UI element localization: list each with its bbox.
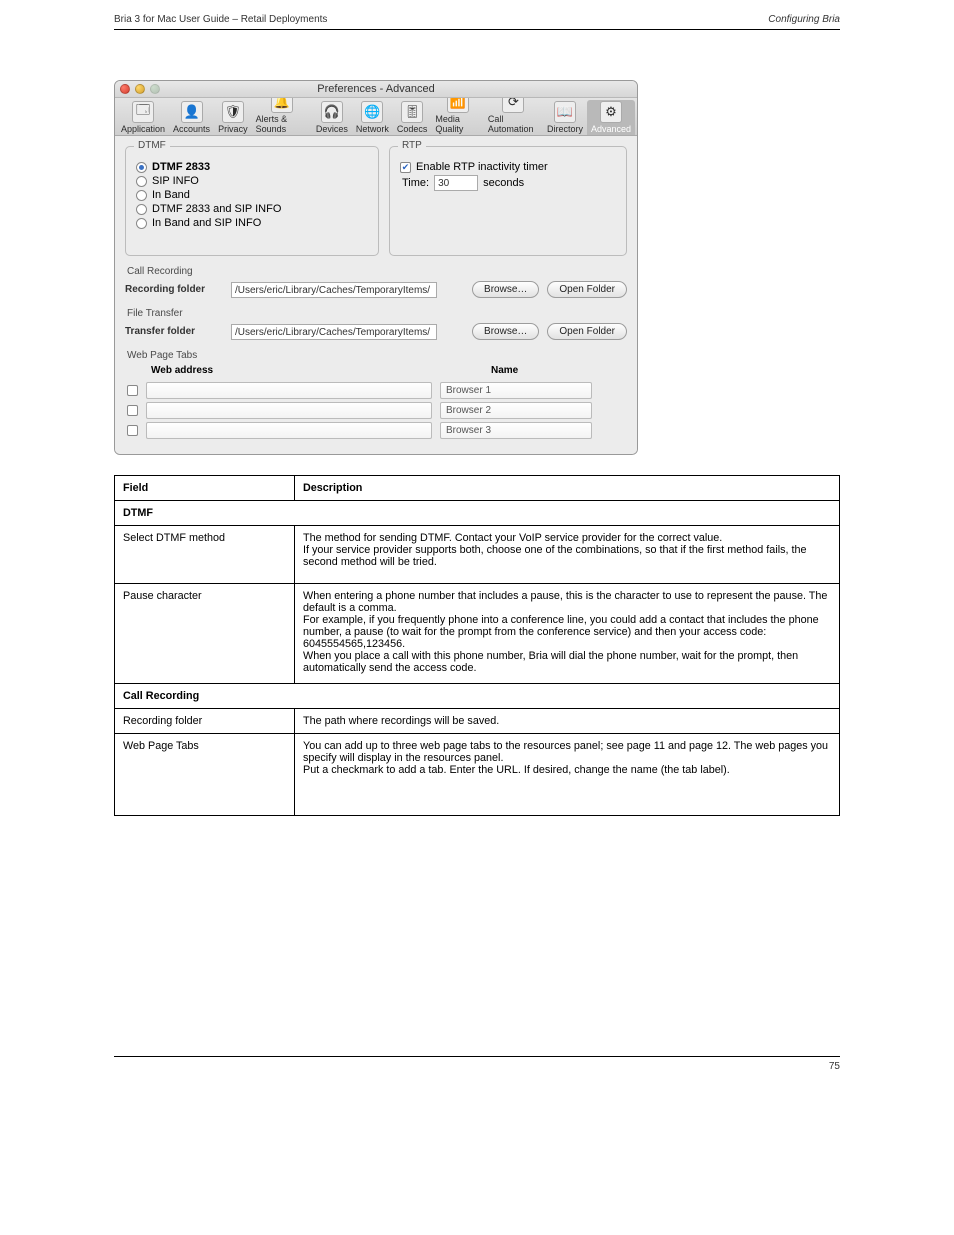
tab-advanced[interactable]: ⚙Advanced: [587, 100, 635, 135]
seconds-label: seconds: [483, 177, 524, 189]
desc-cell: The path where recordings will be saved.: [295, 709, 840, 734]
privacy-icon: 🛡: [222, 101, 244, 123]
radio-in-band[interactable]: In Band: [136, 189, 368, 201]
desc-cell: You can add up to three web page tabs to…: [295, 734, 840, 816]
radio-dtmf-2833[interactable]: DTMF 2833: [136, 161, 368, 173]
directory-icon: 📖: [554, 101, 576, 123]
call-recording-legend: Call Recording: [127, 266, 627, 277]
transfer-open-button[interactable]: Open Folder: [547, 323, 627, 340]
recording-folder-path[interactable]: /Users/eric/Library/Caches/TemporaryItem…: [231, 282, 437, 298]
radio-icon: [136, 162, 147, 173]
advanced-icon: ⚙: [600, 101, 622, 123]
transfer-folder-label: Transfer folder: [125, 326, 223, 337]
transfer-browse-button[interactable]: Browse…: [472, 323, 539, 340]
row-checkbox[interactable]: [127, 385, 138, 396]
desc-cell: When entering a phone number that includ…: [295, 584, 840, 684]
radio-icon: [136, 204, 147, 215]
accounts-icon: 👤: [181, 101, 203, 123]
web-page-tabs-legend: Web Page Tabs: [127, 350, 627, 361]
tab-devices[interactable]: 🎧Devices: [312, 100, 352, 135]
page-number: 75: [829, 1061, 840, 1072]
dtmf-legend: DTMF: [134, 140, 170, 151]
call-recording-section: Call Recording: [115, 684, 840, 709]
description-header: Description: [295, 476, 840, 501]
recording-browse-button[interactable]: Browse…: [472, 281, 539, 298]
radio-icon: [136, 218, 147, 229]
file-transfer-legend: File Transfer: [127, 308, 627, 319]
recording-open-button[interactable]: Open Folder: [547, 281, 627, 298]
tab-directory[interactable]: 📖Directory: [543, 100, 587, 135]
preferences-window: Preferences - Advanced 🗔Application 👤Acc…: [114, 80, 638, 455]
zoom-icon[interactable]: [150, 84, 160, 94]
enable-rtp-checkbox[interactable]: ✔Enable RTP inactivity timer: [400, 161, 616, 173]
field-cell: Web Page Tabs: [115, 734, 295, 816]
dtmf-section: DTMF: [115, 501, 840, 526]
table-row: Browser 3: [125, 422, 627, 439]
recording-folder-label: Recording folder: [125, 284, 223, 295]
web-address-header: Web address: [151, 365, 441, 376]
table-row: Browser 2: [125, 402, 627, 419]
network-icon: 🌐: [361, 101, 383, 123]
titlebar: Preferences - Advanced: [115, 81, 637, 98]
toolbar: 🗔Application 👤Accounts 🛡Privacy 🔔Alerts …: [115, 98, 637, 136]
desc-cell: The method for sending DTMF. Contact you…: [295, 526, 840, 584]
tab-accounts[interactable]: 👤Accounts: [169, 100, 214, 135]
minimize-icon[interactable]: [135, 84, 145, 94]
close-icon[interactable]: [120, 84, 130, 94]
tab-codecs[interactable]: 🎚Codecs: [393, 100, 432, 135]
checkbox-icon: ✔: [400, 162, 411, 173]
name-input[interactable]: Browser 2: [440, 402, 592, 419]
description-table: Field Description DTMF Select DTMF metho…: [114, 475, 840, 816]
name-input[interactable]: Browser 1: [440, 382, 592, 399]
rtp-group: RTP ✔Enable RTP inactivity timer Time: 3…: [389, 146, 627, 256]
window-title: Preferences - Advanced: [317, 83, 434, 95]
header-left: Bria 3 for Mac User Guide – Retail Deplo…: [114, 14, 327, 25]
row-checkbox[interactable]: [127, 405, 138, 416]
web-address-input[interactable]: [146, 402, 432, 419]
application-icon: 🗔: [132, 101, 154, 123]
transfer-folder-path[interactable]: /Users/eric/Library/Caches/TemporaryItem…: [231, 324, 437, 340]
codecs-icon: 🎚: [401, 101, 423, 123]
tab-network[interactable]: 🌐Network: [352, 100, 393, 135]
web-address-input[interactable]: [146, 422, 432, 439]
rtp-legend: RTP: [398, 140, 426, 151]
name-header: Name: [491, 365, 518, 376]
time-label: Time:: [402, 177, 429, 189]
header-right: Configuring Bria: [768, 14, 840, 25]
row-checkbox[interactable]: [127, 425, 138, 436]
field-cell: Recording folder: [115, 709, 295, 734]
web-address-input[interactable]: [146, 382, 432, 399]
tab-application[interactable]: 🗔Application: [117, 100, 169, 135]
radio-sip-info[interactable]: SIP INFO: [136, 175, 368, 187]
tab-privacy[interactable]: 🛡Privacy: [214, 100, 252, 135]
radio-inband-sip[interactable]: In Band and SIP INFO: [136, 217, 368, 229]
radio-icon: [136, 190, 147, 201]
field-cell: Pause character: [115, 584, 295, 684]
radio-icon: [136, 176, 147, 187]
devices-icon: 🎧: [321, 101, 343, 123]
table-row: Browser 1: [125, 382, 627, 399]
field-header: Field: [115, 476, 295, 501]
dtmf-group: DTMF DTMF 2833 SIP INFO In Band DTMF 283…: [125, 146, 379, 256]
name-input[interactable]: Browser 3: [440, 422, 592, 439]
radio-dtmf-sip[interactable]: DTMF 2833 and SIP INFO: [136, 203, 368, 215]
rtp-time-input[interactable]: 30: [434, 175, 478, 191]
field-cell: Select DTMF method: [115, 526, 295, 584]
